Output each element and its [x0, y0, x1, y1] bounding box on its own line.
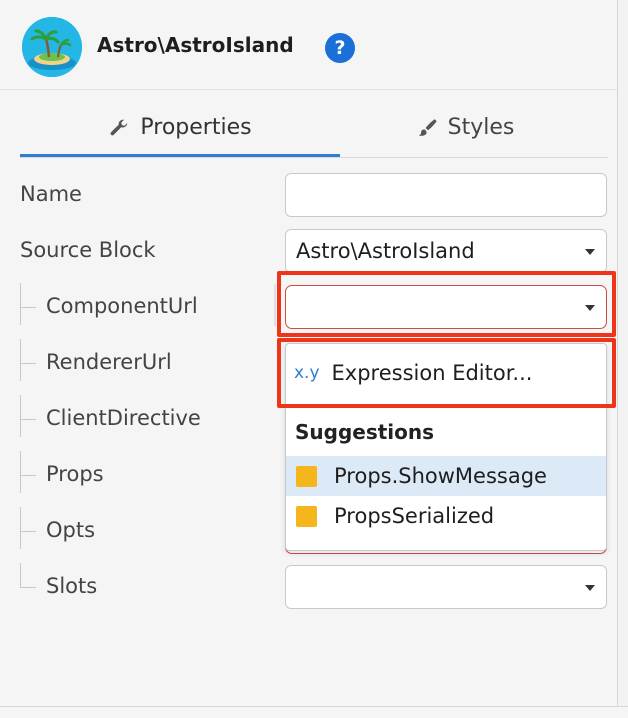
props-label: Props — [46, 462, 104, 486]
tab-styles-label: Styles — [447, 115, 515, 140]
component-url-label: ComponentUrl — [46, 294, 198, 318]
panel-footer — [0, 706, 628, 718]
source-block-select[interactable]: Astro\AstroIsland — [285, 229, 607, 273]
brush-icon — [418, 118, 437, 136]
slots-label: Slots — [46, 574, 98, 598]
help-icon[interactable]: ? — [325, 33, 355, 63]
tree-branch — [20, 363, 36, 364]
source-block-label: Source Block — [20, 238, 156, 262]
active-tab-indicator — [20, 154, 340, 157]
tree-line — [20, 507, 21, 549]
tree-branch — [20, 475, 36, 476]
highlight-box — [277, 338, 616, 408]
highlight-box — [277, 271, 616, 337]
suggestion-label: Props.ShowMessage — [334, 464, 547, 488]
tree-branch — [20, 531, 36, 532]
slots-select[interactable] — [285, 565, 607, 609]
source-block-value: Astro\AstroIsland — [296, 239, 475, 263]
tree-line — [20, 283, 21, 325]
tree-line — [20, 451, 21, 493]
suggestions-heading: Suggestions — [295, 420, 435, 444]
variable-square-icon — [296, 465, 317, 487]
astro-island-logo-icon — [22, 17, 82, 77]
suggestion-item[interactable]: Props.ShowMessage — [286, 456, 606, 496]
tab-styles[interactable]: Styles — [320, 98, 610, 157]
opts-label: Opts — [46, 518, 96, 542]
wrench-icon — [110, 119, 128, 135]
client-directive-label: ClientDirective — [46, 406, 201, 430]
name-label: Name — [20, 182, 82, 206]
tree-branch — [20, 587, 36, 588]
tab-properties-label: Properties — [140, 115, 252, 140]
suggestion-label: PropsSerialized — [334, 504, 495, 528]
tab-properties[interactable]: Properties — [20, 98, 340, 157]
variable-square-icon — [296, 505, 317, 527]
chevron-down-icon — [585, 249, 595, 255]
suggestion-item[interactable]: PropsSerialized — [286, 496, 606, 536]
chevron-down-icon — [585, 585, 595, 591]
page-title: Astro\AstroIsland — [97, 33, 294, 57]
tree-line — [20, 395, 21, 437]
panel-header: Astro\AstroIsland ? — [0, 0, 618, 90]
row-separator — [274, 284, 276, 326]
panel-tabs: Properties Styles — [20, 98, 608, 158]
tree-line — [20, 339, 21, 381]
tree-line — [20, 563, 21, 587]
name-field[interactable] — [285, 173, 607, 217]
tree-branch — [20, 419, 36, 420]
tree-branch — [20, 307, 36, 308]
renderer-url-label: RendererUrl — [46, 350, 172, 374]
